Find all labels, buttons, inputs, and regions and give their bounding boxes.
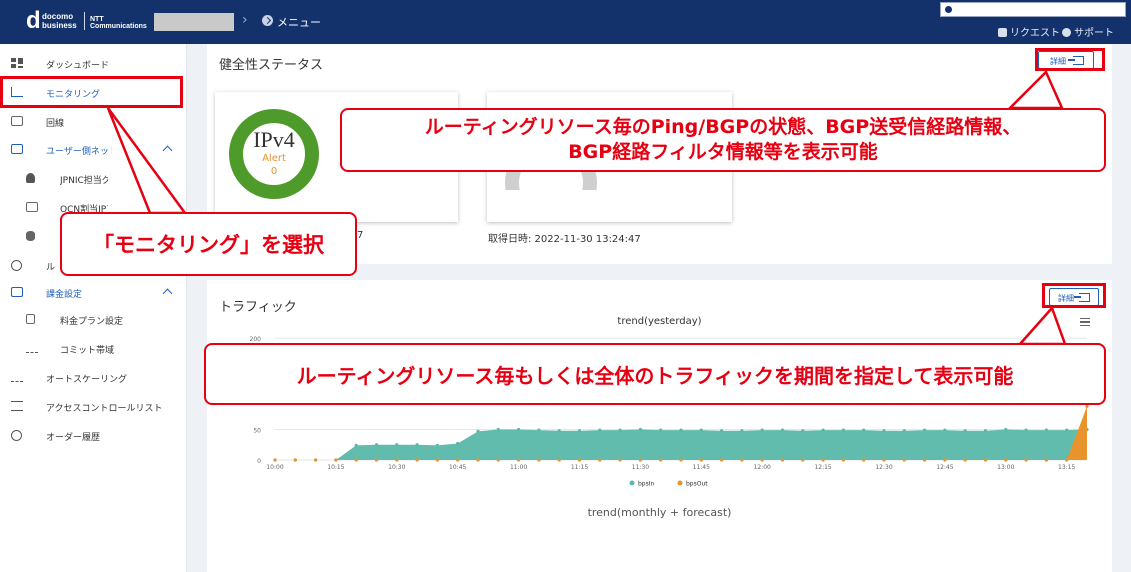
monitoring-callout: 「モニタリング」を選択 — [60, 212, 357, 276]
health-callout-line-2: BGP経路フィルタ情報等を表示可能 — [568, 141, 878, 163]
health-callout: ルーティングリソース毎のPing/BGPの状態、BGP送受信経路情報、 BGP経… — [340, 108, 1106, 172]
traffic-callout: ルーティングリソース毎もしくは全体のトラフィックを期間を指定して表示可能 — [204, 343, 1106, 405]
monitoring-pointer — [106, 107, 188, 215]
health-pointer — [1006, 69, 1064, 110]
health-callout-line-1: ルーティングリソース毎のPing/BGPの状態、BGP送受信経路情報、 — [424, 116, 1022, 138]
traffic-pointer — [1017, 305, 1067, 346]
annotation-pointers — [106, 69, 1067, 346]
